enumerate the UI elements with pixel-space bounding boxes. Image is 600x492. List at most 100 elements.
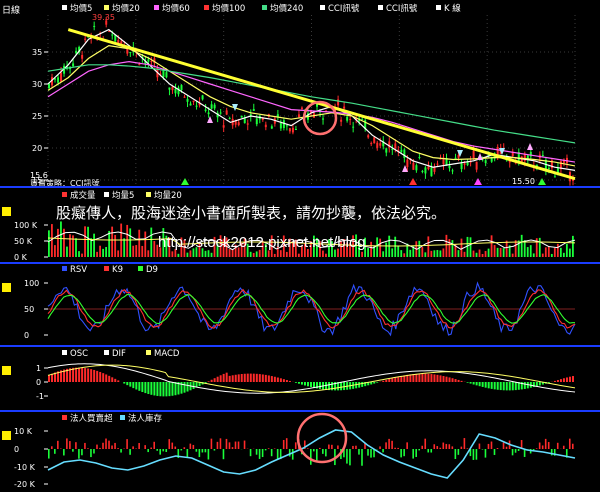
inst-net-bar — [99, 447, 101, 449]
osc-bar — [213, 378, 216, 382]
candle-body — [201, 95, 204, 100]
legend-swatch-2 — [154, 5, 159, 10]
volume-toggle[interactable] — [2, 207, 11, 216]
volume-bar — [84, 226, 86, 257]
inst-net-bar — [81, 449, 83, 456]
candle-body — [391, 148, 394, 150]
osc-bar — [102, 373, 105, 382]
inst-net-bar — [445, 443, 448, 449]
volume-bar — [273, 253, 276, 257]
osc-bar — [234, 374, 237, 382]
osc-bar — [376, 382, 379, 383]
volume-bar — [511, 253, 514, 257]
volume-panel: 成交量 均量5 均量20 100 K 50 K 0 K — [2, 190, 576, 262]
candle-body — [547, 168, 550, 170]
candle-body — [475, 161, 478, 170]
inst-net-bar — [547, 442, 550, 449]
volume-bar — [105, 247, 108, 257]
osc-bar — [415, 373, 418, 382]
osc-bar — [282, 379, 285, 382]
kd-legend: RSV K9 D9 — [62, 265, 158, 275]
candle-body — [174, 88, 177, 94]
volume-bar — [418, 240, 421, 257]
inst-net-bar — [406, 442, 408, 449]
osc-bar — [553, 380, 556, 382]
osc-bar — [153, 382, 156, 396]
volume-bar — [117, 250, 120, 257]
osc-bar — [267, 375, 270, 382]
inst-net-bar — [328, 444, 330, 449]
legend-label-2: D9 — [146, 265, 158, 275]
osc-bar — [445, 376, 448, 382]
osc-bar — [114, 378, 117, 382]
osc-bar — [568, 376, 571, 382]
candle-body — [472, 150, 475, 160]
osc-bar — [412, 374, 415, 382]
volume-bar — [297, 253, 300, 257]
tick-label-1: 50 K — [14, 237, 33, 246]
volume-bar — [138, 229, 141, 257]
volume-bar — [189, 250, 192, 257]
volume-bar — [48, 230, 50, 257]
inst-net-bar — [69, 441, 71, 449]
legend-swatch-1 — [104, 5, 109, 10]
candle-body — [285, 125, 288, 127]
kd-toggle[interactable] — [2, 283, 11, 292]
osc-bar — [303, 382, 306, 386]
buy-signal-marker-0 — [181, 178, 189, 185]
legend-label-2: 均量20 — [154, 190, 182, 201]
volume-bar — [505, 240, 508, 257]
volume-bar — [99, 245, 101, 257]
inst-net-bar — [93, 449, 95, 454]
macd-lines — [47, 363, 576, 394]
legend-swatch-3 — [204, 5, 209, 10]
inst-net-bar — [183, 447, 186, 449]
osc-bar — [556, 379, 559, 382]
legend-swatch-4 — [262, 5, 267, 10]
buy-signal-marker-2 — [474, 178, 482, 185]
candle-body — [463, 163, 466, 165]
kd-ticks: 100 50 0 — [24, 279, 48, 340]
candle-body — [81, 54, 84, 59]
candle-body — [297, 114, 300, 118]
inst-net-bar — [282, 439, 285, 449]
osc-bar — [297, 382, 300, 384]
legend-swatch-0 — [62, 350, 67, 355]
institutional-panel: 法人買賣超 法人庫存 10 K 0 -10 K -20 K — [2, 412, 576, 489]
osc-bar — [171, 382, 174, 396]
inst-net-bar — [391, 440, 393, 449]
candle-body — [93, 25, 96, 27]
osc-bar — [493, 382, 496, 390]
osc-bar — [129, 382, 132, 387]
volume-bar — [382, 251, 385, 257]
candle-body — [192, 100, 195, 102]
legend-label-3: 均價100 — [212, 3, 245, 14]
kd-lines — [47, 281, 576, 337]
inst-net-bar — [87, 448, 89, 449]
inst-net-bar — [219, 438, 222, 449]
inst-net-bar — [90, 449, 92, 458]
inst-net-bar — [436, 446, 439, 449]
legend-swatch-1 — [104, 192, 109, 197]
osc-bar — [222, 373, 225, 382]
inst-toggle[interactable] — [2, 431, 11, 440]
candle-body — [237, 122, 240, 126]
inst-net-bar — [189, 443, 192, 449]
tick-label-2: -10 K — [14, 463, 36, 472]
inst-ticks: 10 K 0 -10 K -20 K — [14, 427, 48, 489]
tick-label-2: 0 K — [14, 253, 28, 262]
inst-net-bar — [511, 449, 514, 456]
legend-label-2: MACD — [154, 349, 180, 359]
volume-bar — [394, 236, 397, 257]
osc-bar — [141, 382, 144, 393]
candle-body — [373, 137, 376, 144]
inst-net-bar — [48, 449, 50, 459]
macd-toggle[interactable] — [2, 366, 11, 375]
osc-bar — [174, 382, 177, 396]
legend-swatch-0 — [62, 266, 67, 271]
inst-net-bar — [568, 438, 571, 449]
inst-net-bar — [355, 445, 357, 449]
volume-bar — [210, 252, 213, 257]
volume-bar — [267, 250, 270, 257]
inst-net-bar — [114, 442, 116, 449]
